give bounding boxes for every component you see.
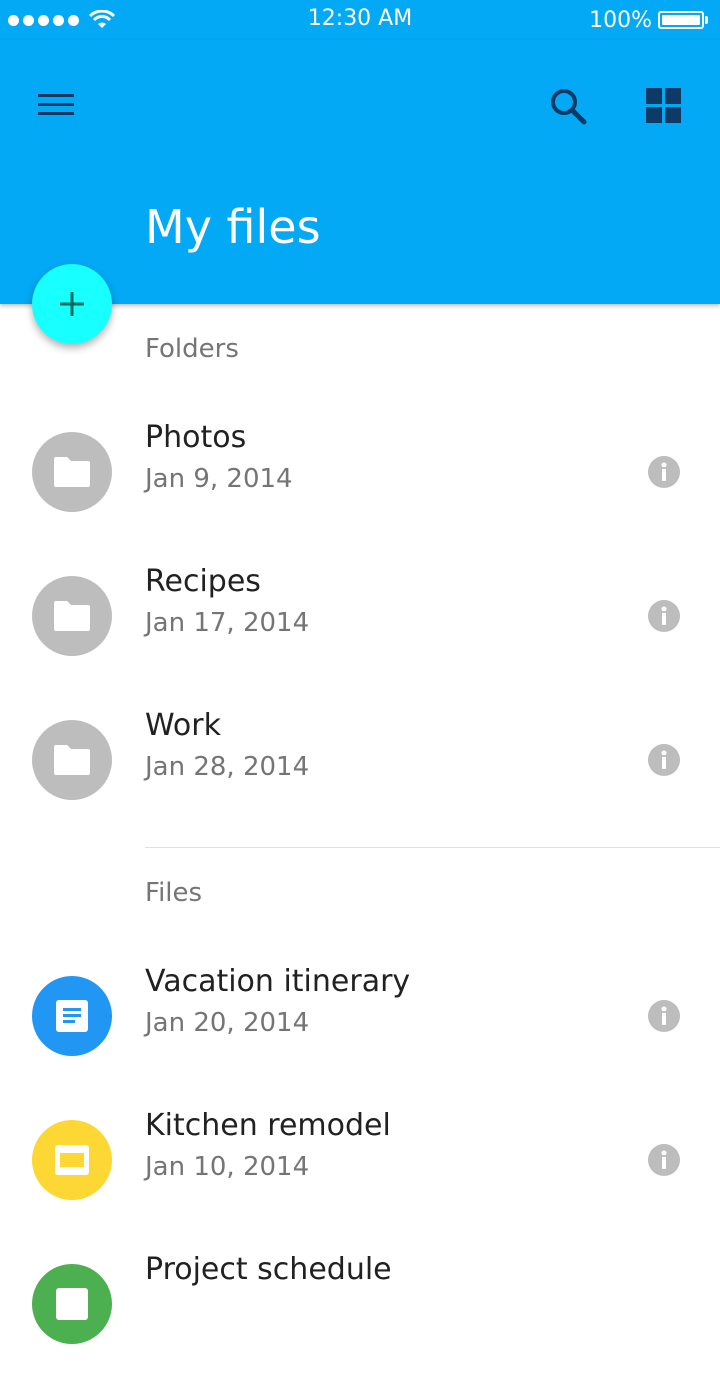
folder-icon bbox=[54, 457, 90, 487]
list-item-kitchen-remodel[interactable]: Kitchen remodel Jan 10, 2014 bbox=[0, 1088, 720, 1232]
battery-indicator: 100% bbox=[589, 0, 708, 40]
item-title: Kitchen remodel bbox=[145, 1108, 391, 1143]
folder-avatar bbox=[32, 576, 112, 656]
slides-icon bbox=[55, 1145, 89, 1175]
info-icon bbox=[661, 606, 667, 625]
list-item-vacation-itinerary[interactable]: Vacation itinerary Jan 20, 2014 bbox=[0, 944, 720, 1088]
battery-percent: 100% bbox=[589, 7, 652, 33]
item-date: Jan 28, 2014 bbox=[145, 752, 310, 782]
info-button[interactable] bbox=[648, 600, 680, 632]
list-item-recipes[interactable]: Recipes Jan 17, 2014 bbox=[0, 544, 720, 688]
add-button[interactable] bbox=[32, 264, 112, 344]
grid-view-icon[interactable] bbox=[638, 80, 690, 132]
list-item-project-schedule[interactable]: Project schedule bbox=[0, 1232, 720, 1376]
item-title: Project schedule bbox=[145, 1252, 392, 1287]
list-item-photos[interactable]: Photos Jan 9, 2014 bbox=[0, 400, 720, 544]
item-title: Work bbox=[145, 708, 221, 743]
spreadsheet-avatar bbox=[32, 1264, 112, 1344]
folder-icon bbox=[54, 601, 90, 631]
info-icon bbox=[661, 1006, 667, 1025]
info-icon bbox=[661, 1150, 667, 1169]
item-date: Jan 10, 2014 bbox=[145, 1152, 310, 1182]
info-button[interactable] bbox=[648, 1000, 680, 1032]
item-date: Jan 17, 2014 bbox=[145, 608, 310, 638]
page-title: My files bbox=[145, 200, 321, 254]
battery-nub bbox=[705, 16, 708, 24]
spreadsheet-icon bbox=[56, 1288, 88, 1320]
document-icon bbox=[56, 1000, 88, 1032]
menu-icon[interactable] bbox=[30, 82, 82, 126]
plus-icon bbox=[60, 292, 84, 316]
list-item-work[interactable]: Work Jan 28, 2014 bbox=[0, 688, 720, 832]
app-bar: My files bbox=[0, 40, 720, 304]
section-header-folders: Folders bbox=[145, 334, 239, 364]
item-title: Recipes bbox=[145, 564, 261, 599]
folder-icon bbox=[54, 745, 90, 775]
folder-avatar bbox=[32, 432, 112, 512]
info-icon bbox=[661, 750, 667, 769]
search-icon[interactable] bbox=[542, 80, 594, 132]
battery-icon bbox=[658, 11, 704, 29]
section-divider bbox=[145, 847, 720, 848]
item-date: Jan 9, 2014 bbox=[145, 464, 293, 494]
info-icon bbox=[661, 462, 667, 481]
document-avatar bbox=[32, 976, 112, 1056]
item-date: Jan 20, 2014 bbox=[145, 1008, 310, 1038]
item-title: Photos bbox=[145, 420, 247, 455]
slides-avatar bbox=[32, 1120, 112, 1200]
info-button[interactable] bbox=[648, 456, 680, 488]
status-bar: 12:30 AM 100% bbox=[0, 0, 720, 40]
info-button[interactable] bbox=[648, 744, 680, 776]
section-header-files: Files bbox=[145, 878, 203, 908]
folder-avatar bbox=[32, 720, 112, 800]
info-button[interactable] bbox=[648, 1144, 680, 1176]
item-title: Vacation itinerary bbox=[145, 964, 411, 999]
